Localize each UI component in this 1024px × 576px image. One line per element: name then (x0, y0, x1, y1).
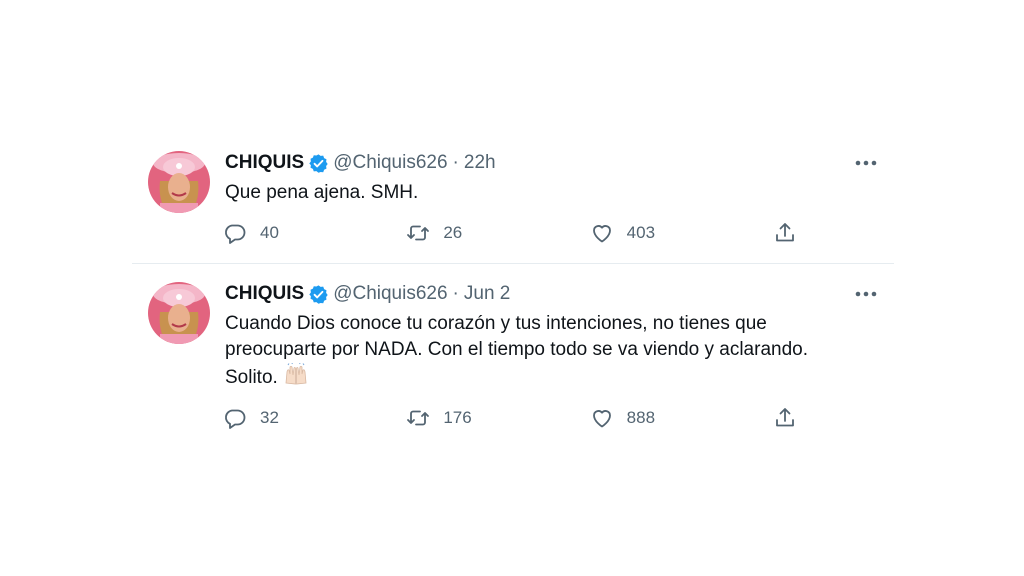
verified-badge-icon (308, 153, 329, 174)
tweet-card[interactable]: CHIQUIS @Chiquis626 · Jun 2 Cuando Dios … (132, 263, 894, 431)
verified-badge-icon (308, 284, 329, 305)
reply-button[interactable]: 40 (223, 221, 393, 245)
display-name[interactable]: CHIQUIS (225, 282, 304, 306)
more-options-button[interactable] (854, 284, 878, 304)
tweet-text: Que pena ajena. SMH. (225, 180, 865, 206)
user-handle[interactable]: @Chiquis626 (333, 151, 447, 175)
retweet-button[interactable]: 26 (406, 221, 576, 245)
retweet-count: 26 (443, 223, 463, 242)
reply-count: 40 (260, 223, 279, 242)
avatar[interactable] (148, 151, 210, 213)
share-icon (773, 406, 797, 430)
reply-count: 32 (260, 408, 279, 427)
like-button[interactable]: 403 (590, 221, 760, 245)
heart-icon (590, 221, 614, 245)
reply-button[interactable]: 32 (223, 406, 393, 430)
tweet-header: CHIQUIS @Chiquis626 · 22h (225, 151, 878, 175)
like-count: 403 (626, 223, 656, 242)
avatar[interactable] (148, 282, 210, 344)
separator-dot: · (452, 283, 459, 304)
tweet-text: Cuando Dios conoce tu corazón y tus inte… (225, 311, 865, 391)
share-button[interactable] (773, 406, 803, 430)
like-count: 888 (626, 408, 656, 427)
tweet-header: CHIQUIS @Chiquis626 · Jun 2 (225, 282, 878, 306)
tweet-text-content: Que pena ajena. SMH. (225, 182, 419, 203)
more-horizontal-icon (855, 291, 877, 297)
tweet-actions: 40 26 403 (223, 221, 803, 245)
reply-icon (223, 221, 247, 245)
retweet-button[interactable]: 176 (406, 406, 576, 430)
like-button[interactable]: 888 (590, 406, 760, 430)
share-icon (773, 221, 797, 245)
more-options-button[interactable] (854, 153, 878, 173)
timestamp[interactable]: Jun 2 (464, 282, 510, 306)
retweet-icon (406, 406, 430, 430)
reply-icon (223, 406, 247, 430)
tweet-timeline: CHIQUIS @Chiquis626 · 22h Que pena ajena… (132, 133, 894, 431)
tweet-card[interactable]: CHIQUIS @Chiquis626 · 22h Que pena ajena… (132, 133, 894, 263)
display-name[interactable]: CHIQUIS (225, 151, 304, 175)
timestamp[interactable]: 22h (464, 151, 496, 175)
raising-hands-emoji-icon (283, 362, 309, 387)
retweet-count: 176 (443, 408, 472, 427)
user-handle[interactable]: @Chiquis626 (333, 282, 447, 306)
tweet-actions: 32 176 888 (223, 406, 803, 430)
retweet-icon (406, 221, 430, 245)
separator-dot: · (452, 152, 459, 173)
tweet-text-content: Cuando Dios conoce tu corazón y tus inte… (225, 313, 808, 388)
heart-icon (590, 406, 614, 430)
more-horizontal-icon (855, 160, 877, 166)
share-button[interactable] (773, 221, 803, 245)
